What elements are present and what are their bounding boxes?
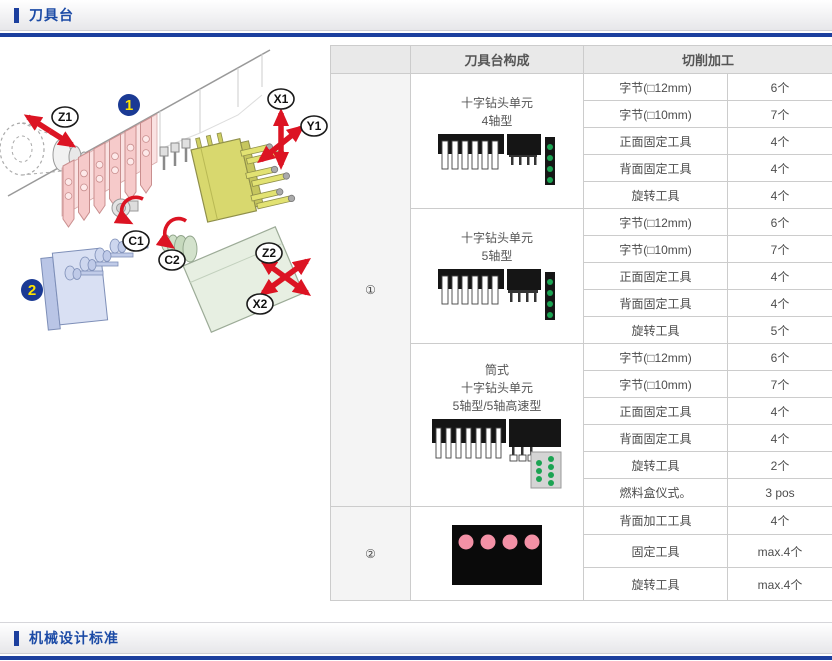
- tool-count-cell: 3 pos: [728, 479, 832, 507]
- tool-name-cell: 固定工具: [584, 535, 728, 568]
- unit1-marker-text: 1: [125, 97, 133, 114]
- axis-label-c2: C2: [164, 253, 180, 267]
- tool-count-cell: 7个: [728, 371, 832, 398]
- group1-marker-cell: ①: [331, 74, 411, 507]
- section-bullet-icon: [14, 631, 19, 646]
- tool-name-cell: 字节(□10mm): [584, 236, 728, 263]
- tool-count-cell: 4个: [728, 263, 832, 290]
- tool-name-cell: 字节(□10mm): [584, 371, 728, 398]
- axis-arrow-y1: [281, 128, 301, 144]
- tool-count-cell: 6个: [728, 74, 832, 101]
- unit-name-line: 5轴型: [411, 247, 583, 265]
- tool-count-cell: 2个: [728, 452, 832, 479]
- tool-count-cell: 7个: [728, 101, 832, 128]
- tool-count-cell: 6个: [728, 209, 832, 236]
- unit-name-line: 十字钻头单元: [411, 379, 583, 397]
- tool-name-cell: 旋转工具: [584, 452, 728, 479]
- tool-count-cell: 4个: [728, 398, 832, 425]
- unit-4axis-icon: [437, 133, 557, 189]
- unit-name-line: 5轴型/5轴高速型: [411, 397, 583, 415]
- tool-count-cell: 5个: [728, 317, 832, 344]
- unit-cell-back: [411, 507, 584, 601]
- group2-marker-cell: ②: [331, 507, 411, 601]
- section-title-design-standards: 机械设计标准: [29, 628, 119, 648]
- header-accent-line: [0, 33, 832, 37]
- tool-name-cell: 背面加工工具: [584, 507, 728, 535]
- tool-count-cell: 4个: [728, 155, 832, 182]
- axis-label-c1: C1: [128, 234, 144, 248]
- tool-count-cell: 4个: [728, 182, 832, 209]
- table-header-row: 刀具台构成 切削加工: [331, 46, 832, 74]
- axis-label-z1: Z1: [58, 110, 72, 124]
- tool-name-cell: 字节(□12mm): [584, 344, 728, 371]
- tool-count-cell: max.4个: [728, 568, 832, 601]
- unit2-marker: 2: [21, 279, 43, 301]
- machine-diagram: 1 2 Z1 X1 Y1 C1 C2 Z2 X2: [0, 47, 330, 357]
- tool-name-cell: 旋转工具: [584, 182, 728, 209]
- spec-row: ② 背面加工工具 4个: [331, 507, 832, 535]
- axis-label-x2: X2: [253, 297, 268, 311]
- header-composition: 刀具台构成: [411, 46, 584, 74]
- tool-count-cell: 4个: [728, 507, 832, 535]
- axis-label-y1: Y1: [307, 119, 322, 133]
- unit-name-line: 4轴型: [411, 112, 583, 130]
- unit-barrel-icon: [431, 418, 563, 490]
- section-title-toolpost: 刀具台: [29, 5, 74, 25]
- tool-count-cell: 7个: [728, 236, 832, 263]
- tool-count-cell: 4个: [728, 425, 832, 452]
- toolpost-spec-table: 刀具台构成 切削加工 ① 十字钻头单元 4轴型: [330, 45, 832, 601]
- tool-name-cell: 字节(□12mm): [584, 209, 728, 236]
- back-tool-unit: [40, 239, 148, 330]
- gang-tool-unit: [62, 114, 157, 227]
- tool-count-cell: 4个: [728, 290, 832, 317]
- design-standards-section-header: 机械设计标准: [0, 622, 832, 654]
- tool-name-cell: 正面固定工具: [584, 398, 728, 425]
- tool-name-cell: 正面固定工具: [584, 128, 728, 155]
- header-spacer: [331, 46, 411, 74]
- diagram-area: 1 2 Z1 X1 Y1 C1 C2 Z2 X2: [0, 45, 330, 601]
- main-content: 1 2 Z1 X1 Y1 C1 C2 Z2 X2: [0, 45, 832, 601]
- tool-name-cell: 字节(□12mm): [584, 74, 728, 101]
- unit1-marker: 1: [118, 94, 140, 116]
- unit-cell-5axis: 十字钻头单元 5轴型: [411, 209, 584, 344]
- tool-count-cell: 4个: [728, 128, 832, 155]
- tool-name-cell: 燃料盒仪式。: [584, 479, 728, 507]
- tool-count-cell: max.4个: [728, 535, 832, 568]
- axis-arrow-z1: [28, 117, 50, 131]
- unit-name-line: 十字钻头单元: [411, 94, 583, 112]
- unit-name-line: 筒式: [411, 361, 583, 379]
- header-machining: 切削加工: [584, 46, 832, 74]
- unit-cell-barrel: 筒式 十字钻头单元 5轴型/5轴高速型: [411, 344, 584, 507]
- small-drill-tools: [160, 139, 190, 170]
- tool-name-cell: 旋转工具: [584, 568, 728, 601]
- unit-5axis-icon: [437, 268, 557, 324]
- unit-cell-4axis: 十字钻头单元 4轴型: [411, 74, 584, 209]
- tool-name-cell: 字节(□10mm): [584, 101, 728, 128]
- unit-back-icon: [451, 524, 543, 586]
- tool-name-cell: 背面固定工具: [584, 425, 728, 452]
- toolpost-section-header: 刀具台: [0, 0, 832, 31]
- tool-name-cell: 背面固定工具: [584, 155, 728, 182]
- section-bullet-icon: [14, 8, 19, 23]
- unit2-marker-text: 2: [28, 282, 36, 299]
- tool-name-cell: 正面固定工具: [584, 263, 728, 290]
- spec-row: ① 十字钻头单元 4轴型: [331, 74, 832, 101]
- tool-name-cell: 背面固定工具: [584, 290, 728, 317]
- tool-name-cell: 旋转工具: [584, 317, 728, 344]
- tool-count-cell: 6个: [728, 344, 832, 371]
- axis-label-z2: Z2: [262, 246, 276, 260]
- unit-name-line: 十字钻头单元: [411, 229, 583, 247]
- footer-accent-line: [0, 656, 832, 660]
- axis-label-x1: X1: [274, 92, 289, 106]
